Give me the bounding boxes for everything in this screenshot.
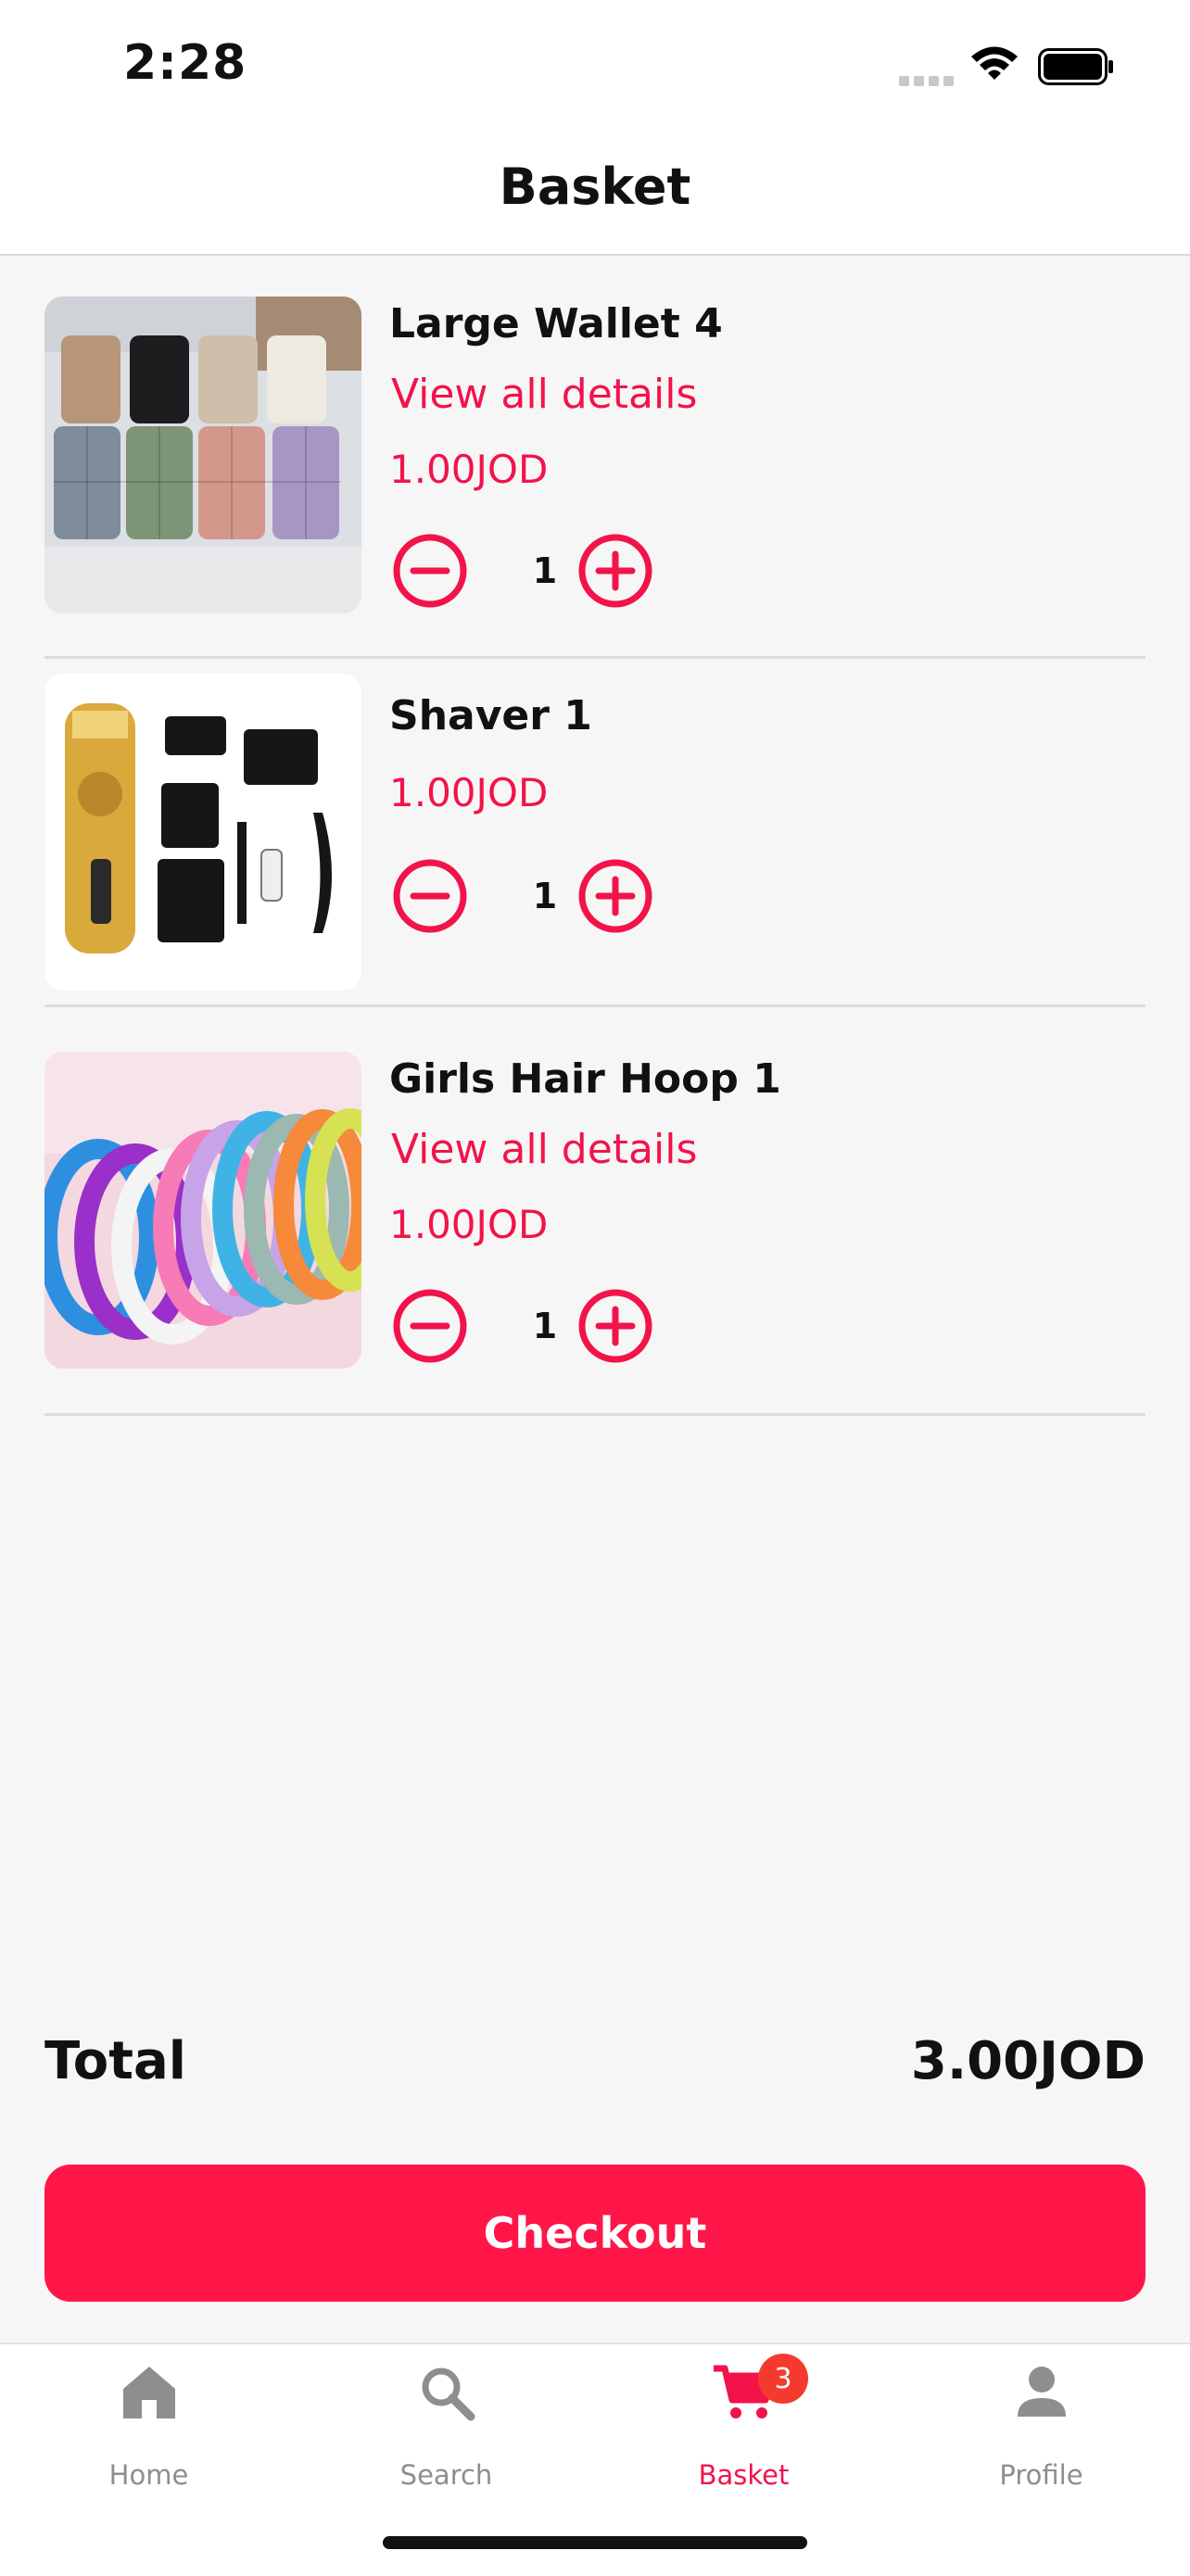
product-image[interactable] [44,674,361,991]
tab-home-label: Home [108,2459,189,2491]
cart-item: Large Wallet 4 View all details 1.00JOD … [44,256,1146,659]
total-value: 3.00JOD [910,2031,1146,2091]
increase-quantity-button[interactable] [576,1287,654,1365]
item-name: Large Wallet 4 [389,300,723,347]
product-image[interactable] [44,1052,361,1369]
item-quantity: 1 [532,550,558,591]
increase-quantity-button[interactable] [576,532,654,610]
item-price: 1.00JOD [389,770,549,815]
item-price: 1.00JOD [389,1202,549,1247]
decrease-quantity-button[interactable] [391,857,469,935]
increase-quantity-button[interactable] [576,857,654,935]
decrease-quantity-button[interactable] [391,532,469,610]
cart-item: Girls Hair Hoop 1 View all details 1.00J… [44,1007,1146,1416]
home-icon [122,2367,175,2418]
home-indicator [383,2536,807,2549]
view-details-link[interactable]: View all details [391,371,697,418]
wallets-photo [44,297,361,613]
product-image[interactable] [44,297,361,613]
item-quantity: 1 [532,1306,558,1346]
tab-basket[interactable]: 3 Basket [595,2344,892,2520]
view-details-link[interactable]: View all details [391,1126,697,1173]
page-title: Basket [499,158,691,216]
item-name: Shaver 1 [389,692,592,739]
item-price: 1.00JOD [389,447,549,492]
shaver-kit-photo [44,674,361,991]
checkout-button[interactable]: Checkout [44,2165,1146,2302]
cart-item: Shaver 1 1.00JOD 1 [44,659,1146,1007]
tab-basket-label: Basket [698,2459,790,2491]
tab-search-label: Search [399,2459,493,2491]
search-icon [422,2368,475,2421]
status-time: 2:28 [123,35,247,91]
tab-profile[interactable]: Profile [892,2344,1190,2520]
battery-icon [1038,48,1113,85]
nav-header: Basket [0,130,1190,256]
total-label: Total [44,2031,186,2091]
cart-count-badge: 3 [758,2354,808,2404]
hair-hoops-photo [44,1052,361,1369]
status-bar: 2:28 [0,0,1190,130]
tab-search[interactable]: Search [298,2344,595,2520]
wifi-icon [971,46,1018,80]
checkout-label: Checkout [483,2208,707,2258]
item-quantity: 1 [532,876,558,916]
tab-profile-label: Profile [999,2459,1083,2491]
decrease-quantity-button[interactable] [391,1287,469,1365]
item-name: Girls Hair Hoop 1 [389,1055,781,1103]
person-icon [1017,2367,1066,2417]
tab-home[interactable]: Home [0,2344,298,2520]
cellular-signal-icon [899,72,958,90]
cart-list: Large Wallet 4 View all details 1.00JOD … [44,256,1146,1416]
